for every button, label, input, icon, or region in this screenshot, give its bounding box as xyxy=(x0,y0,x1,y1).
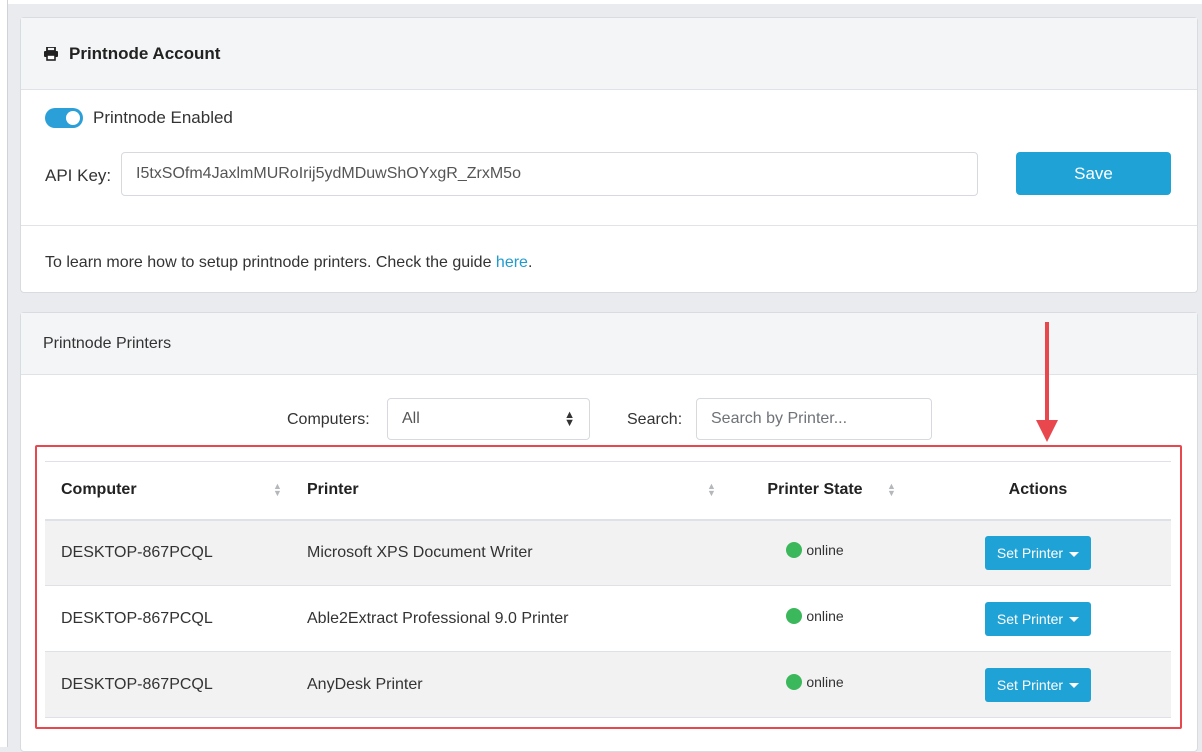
printers-title: Printnode Printers xyxy=(43,334,172,352)
enabled-row: Printnode Enabled xyxy=(45,108,233,128)
set-printer-label: Set Printer xyxy=(996,544,1064,561)
search-input[interactable] xyxy=(696,398,932,440)
cell-printer: Microsoft XPS Document Writer xyxy=(291,519,725,586)
guide-text-main: To learn more how to setup printnode pri… xyxy=(45,254,496,271)
state-indicator: online xyxy=(786,542,844,559)
cell-actions: Set Printer xyxy=(905,651,1171,718)
api-key-input[interactable] xyxy=(121,152,978,196)
api-key-label: API Key: xyxy=(45,166,112,185)
caret-down-icon xyxy=(1069,617,1080,623)
divider xyxy=(21,225,1197,226)
cell-state: online xyxy=(725,585,905,652)
table-header-row: Computer ▲ ▼ Printer ▲ ▼ Printer State ▲ ▼ … xyxy=(45,461,1171,521)
cell-actions: Set Printer xyxy=(905,519,1171,586)
online-dot-icon xyxy=(786,674,803,690)
toggle-knob xyxy=(66,111,80,125)
cell-printer: AnyDesk Printer xyxy=(291,651,725,718)
sort-icon: ▲ ▼ xyxy=(273,481,282,498)
set-printer-button[interactable]: Set Printer xyxy=(984,601,1092,636)
state-text: online xyxy=(806,674,844,690)
computers-select-value: All xyxy=(402,410,420,427)
enabled-toggle[interactable] xyxy=(45,108,83,128)
printer-icon xyxy=(44,46,58,61)
sort-icon: ▲ ▼ xyxy=(887,481,896,498)
guide-text-end: . xyxy=(527,254,533,271)
printers-table: Computer ▲ ▼ Printer ▲ ▼ Printer State ▲ ▼ … xyxy=(45,461,1171,718)
cell-computer: DESKTOP-867PCQL xyxy=(45,585,291,652)
th-state[interactable]: Printer State ▲ ▼ xyxy=(725,461,905,521)
cell-computer: DESKTOP-867PCQL xyxy=(45,651,291,718)
printers-header: Printnode Printers xyxy=(21,313,1197,375)
sort-arrows-icon: ▲ ▼ xyxy=(564,409,575,429)
set-printer-button[interactable]: Set Printer xyxy=(984,667,1092,702)
th-printer-label: Printer xyxy=(307,481,359,499)
cell-printer: Able2Extract Professional 9.0 Printer xyxy=(291,585,725,652)
th-printer[interactable]: Printer ▲ ▼ xyxy=(291,461,725,521)
online-dot-icon xyxy=(786,542,803,559)
th-actions-label: Actions xyxy=(1008,481,1068,499)
annotation-arrow-shaft xyxy=(1045,322,1049,426)
printnode-printers-card: Printnode Printers Computers: All ▲ ▼ Sea… xyxy=(20,312,1198,752)
state-indicator: online xyxy=(786,608,844,624)
table-row: DESKTOP-867PCQL Able2Extract Professiona… xyxy=(45,585,1171,652)
state-text: online xyxy=(806,542,844,559)
table-row: DESKTOP-867PCQL AnyDesk Printer online S… xyxy=(45,651,1171,718)
printers-table-wrap: Computer ▲ ▼ Printer ▲ ▼ Printer State ▲ ▼ … xyxy=(45,461,1171,718)
cell-state: online xyxy=(725,651,905,718)
guide-text: To learn more how to setup printnode pri… xyxy=(45,254,532,272)
computers-select[interactable]: All ▲ ▼ xyxy=(387,398,590,440)
table-row: DESKTOP-867PCQL Microsoft XPS Document W… xyxy=(45,519,1171,586)
account-title: Printnode Account xyxy=(69,43,221,63)
th-actions: Actions xyxy=(905,461,1171,521)
frame-left xyxy=(0,0,8,747)
online-dot-icon xyxy=(786,608,803,624)
frame-top xyxy=(0,0,1202,4)
set-printer-label: Set Printer xyxy=(996,610,1064,627)
save-button[interactable]: Save xyxy=(1016,152,1171,195)
cell-computer: DESKTOP-867PCQL xyxy=(45,519,291,586)
th-computer[interactable]: Computer ▲ ▼ xyxy=(45,461,291,521)
cell-actions: Set Printer xyxy=(905,585,1171,652)
set-printer-button[interactable]: Set Printer xyxy=(984,535,1092,570)
caret-down-icon xyxy=(1069,683,1080,689)
sort-icon: ▲ ▼ xyxy=(707,481,716,498)
annotation-arrow-icon xyxy=(1036,420,1058,442)
cell-state: online xyxy=(725,519,905,586)
set-printer-label: Set Printer xyxy=(996,676,1064,693)
filters-bar: Computers: All ▲ ▼ Search: xyxy=(21,398,1197,442)
state-text: online xyxy=(806,608,844,624)
caret-down-icon xyxy=(1069,551,1080,557)
computers-label: Computers: xyxy=(287,411,370,428)
guide-link[interactable]: here xyxy=(496,254,528,271)
account-header: Printnode Account xyxy=(21,18,1197,90)
search-label: Search: xyxy=(627,411,683,428)
printnode-account-card: Printnode Account Printnode Enabled API … xyxy=(20,17,1198,293)
state-indicator: online xyxy=(786,674,844,690)
enabled-label: Printnode Enabled xyxy=(93,108,233,127)
th-state-label: Printer State xyxy=(767,481,863,499)
th-computer-label: Computer xyxy=(61,481,137,499)
